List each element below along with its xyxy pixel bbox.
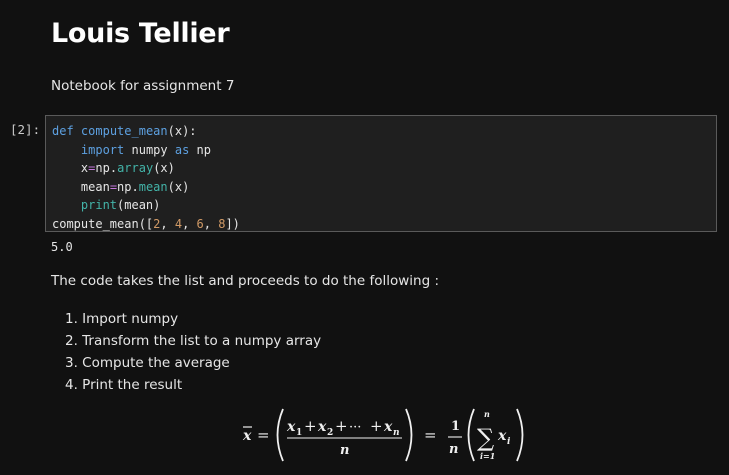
code-text: np	[189, 142, 211, 157]
list-item: 2. Transform the list to a numpy array	[65, 333, 322, 349]
formula-dots: ···	[349, 420, 361, 435]
explanation-paragraph: The code takes the list and proceeds to …	[51, 273, 439, 289]
code-line-5: print(mean)	[52, 196, 710, 215]
code-text: mean	[80, 179, 110, 194]
formula-n: n	[449, 442, 458, 457]
formula-denominator: n	[340, 443, 349, 458]
code-builtin: print	[80, 198, 118, 212]
code-text: ,	[203, 216, 219, 231]
sum-lower: i=1	[480, 451, 495, 461]
code-number: 6	[196, 216, 204, 231]
left-paren	[467, 408, 475, 462]
code-keyword: as	[174, 142, 190, 157]
code-keyword: import	[80, 142, 125, 157]
subtitle-text: Notebook for assignment 7	[51, 78, 235, 94]
code-line-1: def compute_mean(x):	[52, 122, 710, 141]
code-function-name: compute_mean	[80, 124, 168, 138]
code-builtin: array	[117, 161, 154, 175]
code-operator: =	[109, 179, 118, 194]
code-text: np.	[117, 179, 139, 194]
formula-subscript: 1	[296, 428, 302, 438]
formula-plus: +	[335, 417, 348, 435]
left-paren	[276, 408, 284, 462]
formula-one: 1	[451, 419, 460, 434]
sum-upper: n	[484, 409, 490, 419]
right-paren	[405, 408, 413, 462]
code-text: numpy	[124, 142, 175, 157]
code-text: (mean)	[117, 198, 161, 212]
code-text: np.	[95, 161, 118, 175]
code-text: ])	[225, 216, 240, 231]
code-builtin: mean	[138, 179, 168, 194]
formula-term: x	[286, 419, 296, 435]
formula-term: x	[383, 419, 393, 435]
formula-subscript: 2	[327, 428, 333, 438]
cell-output: 5.0	[51, 240, 73, 254]
list-item: 1. Import numpy	[65, 311, 179, 327]
sigma-icon: ∑	[477, 424, 494, 452]
formula-plus: +	[304, 417, 317, 435]
formula-equals: =	[257, 426, 270, 444]
code-keyword: def	[52, 124, 74, 138]
code-line-4: mean=np.mean(x)	[52, 178, 710, 197]
formula-term: x	[497, 428, 507, 444]
mean-formula: x = x 1 + x 2 + ··· + x n n = 1 n n ∑ i=…	[242, 408, 524, 462]
code-number: 4	[174, 216, 183, 231]
code-text: ,	[182, 216, 197, 231]
cell-prompt: [2]:	[10, 122, 41, 137]
code-line-3: x=np.array(x)	[52, 159, 710, 178]
code-text: (x):	[167, 124, 197, 138]
formula-term: x	[317, 419, 327, 435]
code-text: compute_mean([	[52, 216, 154, 231]
right-paren	[516, 408, 524, 462]
steps-list: 1. Import numpy 2. Transform the list to…	[65, 310, 321, 398]
code-line-2: import numpy as np	[52, 141, 710, 160]
page-title: Louis Tellier	[51, 18, 230, 49]
formula-subscript: i	[507, 437, 511, 447]
code-line-6: compute_mean([2, 4, 6, 8])	[52, 215, 710, 234]
code-text: (x)	[153, 161, 175, 175]
formula-subscript: n	[393, 428, 400, 438]
formula-plus: +	[370, 417, 383, 435]
list-item: 3. Compute the average	[65, 355, 230, 371]
code-cell-editor[interactable]: def compute_mean(x): import numpy as np …	[45, 115, 717, 232]
code-text: ,	[160, 216, 175, 231]
formula-equals: =	[424, 426, 437, 444]
code-text: (x)	[167, 179, 190, 194]
list-item: 4. Print the result	[65, 377, 183, 393]
formula-lhs: x	[242, 428, 252, 444]
